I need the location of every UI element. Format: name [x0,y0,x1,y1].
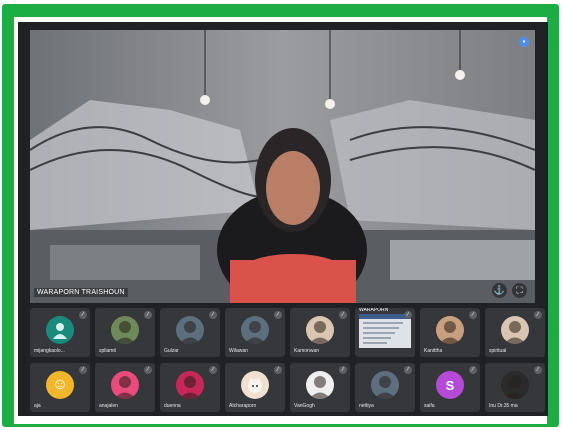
participant-tile[interactable]: ∕ Kamonwan [290,308,350,357]
participant-tile[interactable]: ∕ spiritual [485,308,545,357]
participant-tile[interactable]: ∕ Gulzar [160,308,220,357]
speaker-name-label: WARAPORN TRAISHOUN [34,288,128,297]
avatar [111,316,139,344]
pin-button[interactable]: ⚓ [492,283,507,298]
participant-tile[interactable]: ☺ ∕ aja [30,363,90,412]
participant-tile[interactable]: ∕ Wilawan [225,308,285,357]
speaker-video-frame [30,30,535,303]
meeting-screen: WARAPORN TRAISHOUN ⚓ ⛶ • ∕ mijangkaolo...… [18,22,548,416]
pin-icon: ⚓ [493,285,506,295]
avatar [176,316,204,344]
screen-share-line [363,327,399,329]
mic-muted-icon: ∕ [274,311,282,319]
participant-name: mijangkaolo... [34,348,65,354]
mic-muted-icon: ∕ [79,366,87,374]
participant-name: duenna [164,403,181,409]
participant-name: Atcharaporn [229,403,257,409]
mic-muted-icon: ∕ [339,366,347,374]
participant-tile[interactable]: ∕ Atcharaporn [225,363,285,412]
participant-tile[interactable]: ∕ mijangkaolo... [30,308,90,357]
mic-muted-icon: ∕ [404,311,412,319]
avatar [306,371,334,399]
avatar [501,371,529,399]
participant-name: VanGogh [294,403,315,409]
participant-tile[interactable]: ∕ spliamit [95,308,155,357]
participant-name: Inu Dr.35 ma [489,403,518,409]
avatar [241,316,269,344]
participant-name: anajalen [99,403,118,409]
participant-name: WARAPORN [359,308,389,313]
avatar [46,316,74,344]
avatar [241,371,269,399]
participant-name: spiritual [489,348,507,354]
participant-name: nettiya [359,403,374,409]
participant-tile[interactable]: ∕ WARAPORN [355,308,415,357]
participant-tile[interactable]: ∕ Inu Dr.35 ma [485,363,545,412]
participant-tile[interactable]: ∕ duenna [160,363,220,412]
avatar [176,371,204,399]
mic-muted-icon: ∕ [209,366,217,374]
mic-muted-icon: ∕ [469,366,477,374]
fullscreen-icon: ⛶ [516,285,523,295]
mic-muted-icon: ∕ [404,366,412,374]
participant-name: spliamit [99,348,116,354]
screen-share-line [363,332,395,334]
mic-muted-icon: ∕ [79,311,87,319]
avatar [111,371,139,399]
participant-name: saifa [424,403,435,409]
screen-share-line [363,342,387,344]
participant-tile[interactable]: ∕ VanGogh [290,363,350,412]
mic-muted-icon: ∕ [339,311,347,319]
participant-grid: ∕ mijangkaolo... ∕ spliamit ∕ Gulzar ∕ Wilawan ∕… [30,308,545,412]
screen-share-line [363,322,403,324]
avatar-initial: S [436,371,464,399]
mic-muted-icon: ∕ [534,311,542,319]
fullscreen-button[interactable]: ⛶ [512,283,527,298]
mic-muted-icon: ∕ [469,311,477,319]
participant-tile[interactable]: ∕ anajalen [95,363,155,412]
participant-name: Kanittha [424,348,443,354]
main-speaker-video[interactable]: WARAPORN TRAISHOUN ⚓ ⛶ • [30,30,535,303]
participant-name: Gulzar [164,348,179,354]
participant-name: Kamonwan [294,348,320,354]
mic-muted-icon: ∕ [209,311,217,319]
mic-muted-icon: ∕ [534,366,542,374]
avatar [371,371,399,399]
mic-muted-icon: ∕ [144,366,152,374]
mic-muted-icon: ∕ [144,311,152,319]
avatar [436,316,464,344]
avatar: ☺ [46,371,74,399]
indicator-icon: • [519,37,529,47]
participant-tile[interactable]: ∕ Kanittha [420,308,480,357]
avatar [501,316,529,344]
mic-muted-icon: ∕ [274,366,282,374]
participant-tile[interactable]: S ∕ saifa [420,363,480,412]
avatar [306,316,334,344]
participant-name: aja [34,403,41,409]
screen-share-line [363,337,391,339]
participant-tile[interactable]: ∕ nettiya [355,363,415,412]
screen-share-thumbnail [359,314,411,348]
participant-name: Wilawan [229,348,248,354]
